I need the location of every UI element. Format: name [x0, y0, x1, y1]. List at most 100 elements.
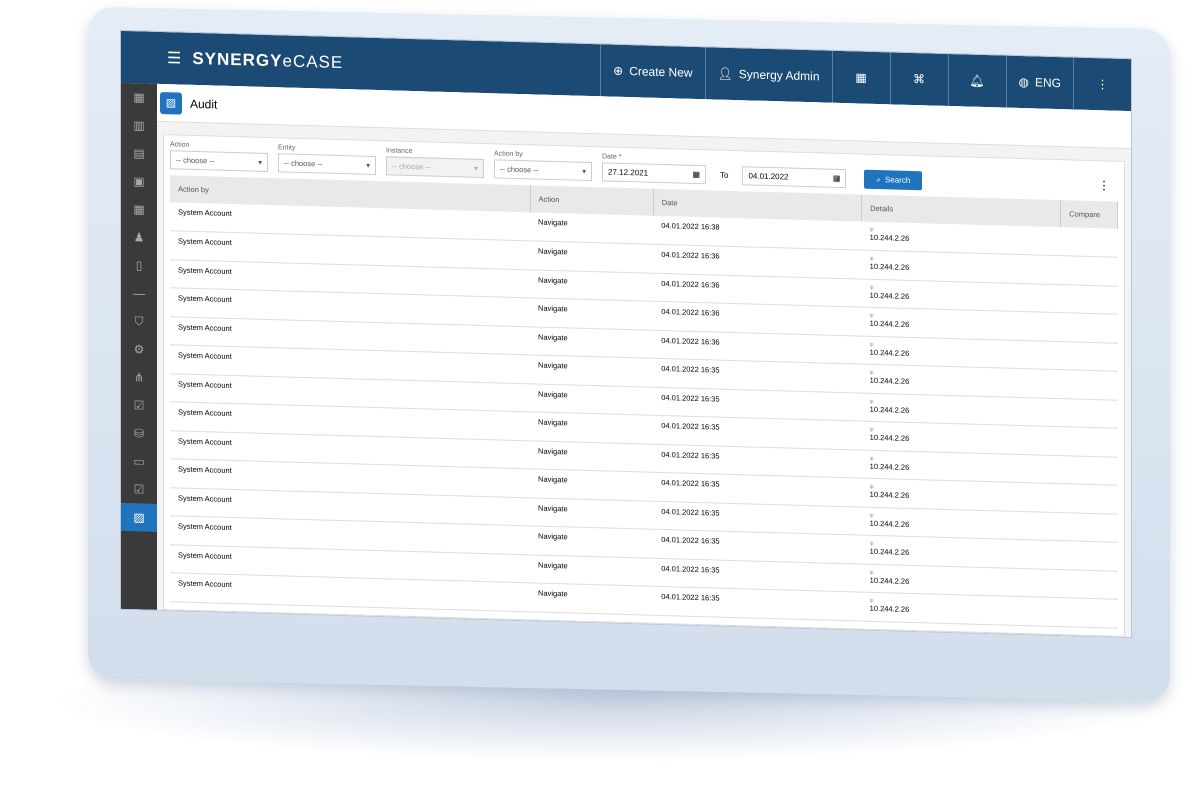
compare-cell[interactable] [1060, 569, 1118, 600]
calendar-icon: ▦ [832, 173, 841, 183]
action-cell: Navigate [530, 554, 654, 587]
notifications-button[interactable]: 🔔︎ [947, 53, 1006, 108]
action-cell: Navigate [530, 354, 654, 387]
page-title: Audit [190, 96, 218, 112]
ip-value: 10.244.2.26 [869, 261, 910, 272]
audit-icon: ▨ [160, 91, 182, 115]
date-from-input[interactable]: 27.12.2021 ▦ [602, 162, 706, 185]
compare-cell[interactable] [1060, 426, 1118, 457]
language-button[interactable]: ◍ ENG [1005, 55, 1073, 110]
network-icon: ⌘ [913, 72, 925, 87]
sidebar-briefcase-icon[interactable]: ▣ [121, 167, 157, 196]
compare-cell[interactable] [1060, 312, 1118, 343]
sidebar-shield-icon[interactable]: ⛉ [121, 307, 157, 336]
action-label: Action [170, 141, 190, 149]
compare-cell[interactable] [1060, 597, 1118, 628]
compare-cell[interactable] [1060, 455, 1118, 486]
workflow-button[interactable]: ⌘ [889, 52, 948, 106]
user-menu-button[interactable]: 👤︎ Synergy Admin [704, 47, 832, 103]
to-label: To [720, 170, 729, 180]
ip-value: 10.244.2.26 [869, 318, 910, 329]
calendar-icon: ▦ [692, 169, 700, 180]
create-new-button[interactable]: ⊕ Create New [600, 44, 705, 100]
audit-panel: Action -- choose -- ▾ Entity -- choose -- ▾ … [163, 134, 1125, 637]
compare-cell[interactable] [1060, 483, 1118, 514]
action-cell: Navigate [530, 525, 654, 558]
hamburger-menu-icon[interactable]: ☰ [167, 48, 182, 68]
calendar-button[interactable]: ▦ [831, 50, 890, 105]
sidebar-gear-icon[interactable]: ⚙ [121, 335, 157, 364]
ip-value: 10.244.2.26 [869, 461, 910, 472]
more-button[interactable]: ⋮ [1073, 57, 1131, 112]
compare-cell[interactable] [1060, 341, 1118, 372]
compare-cell[interactable] [1060, 284, 1118, 315]
sidebar-database-icon[interactable]: ⛁ [121, 419, 157, 448]
globe-icon: ◍ [1018, 74, 1029, 90]
compare-cell[interactable] [1060, 540, 1118, 571]
sidebar-task-icon[interactable]: ☑ [121, 475, 157, 504]
action-cell: Navigate [530, 411, 654, 444]
date-cell: 04.01.2022 16:35 [653, 586, 862, 621]
action-cell: Navigate [530, 383, 654, 416]
user-name: Synergy Admin [738, 67, 820, 84]
ip-value: 10.244.2.26 [869, 546, 910, 557]
bell-icon: 🔔︎ [969, 73, 985, 89]
chevron-down-icon: ▾ [582, 166, 586, 176]
compare-cell[interactable] [1060, 255, 1118, 286]
action-cell: Navigate [530, 212, 654, 245]
language-label: ENG [1034, 75, 1061, 91]
brand: ☰ SYNERGYeCASE [121, 47, 600, 80]
sidebar-hierarchy-icon[interactable]: ⋔ [121, 363, 157, 392]
column-header[interactable]: Action [530, 185, 654, 216]
compare-cell[interactable] [1060, 369, 1118, 400]
entity-select[interactable]: -- choose -- ▾ [278, 153, 376, 176]
ip-value: 10.244.2.26 [869, 432, 910, 443]
calendar-icon: ▦ [855, 70, 867, 85]
table-options-kebab-icon[interactable]: ⋮ [1098, 178, 1110, 192]
action-by-select[interactable]: -- choose -- ▾ [494, 159, 592, 182]
ip-value: 10.244.2.26 [869, 404, 910, 415]
search-icon: ⌕ [876, 174, 881, 184]
ip-value: 10.244.2.26 [869, 489, 910, 500]
plus-circle-icon: ⊕ [613, 63, 624, 78]
date-to-input[interactable]: 04.01.2022 ▦ [742, 166, 847, 189]
chevron-down-icon: ▾ [258, 157, 262, 167]
column-header[interactable]: Compare [1060, 200, 1118, 229]
action-cell: Navigate [530, 582, 654, 615]
search-button[interactable]: ⌕ Search [864, 169, 923, 191]
sidebar-table-icon[interactable]: ▦ [121, 195, 157, 224]
compare-cell[interactable] [1060, 512, 1118, 543]
action-cell: Navigate [530, 326, 654, 359]
ip-value: 10.244.2.26 [869, 347, 910, 358]
audit-table: Action by Action Date Details Compare System… [170, 175, 1118, 628]
ip-value: 10.244.2.26 [869, 232, 910, 243]
ip-value: 10.244.2.26 [869, 290, 910, 301]
action-by-label: Action by [494, 150, 523, 159]
instance-label: Instance [386, 147, 413, 156]
sidebar-person-icon[interactable]: ♟ [121, 223, 157, 252]
sidebar-monitor-icon[interactable]: ▭ [121, 447, 157, 476]
compare-cell[interactable] [1060, 227, 1118, 258]
instance-select: -- choose -- ▾ [386, 156, 484, 179]
ip-value: 10.244.2.26 [869, 603, 910, 614]
action-cell: Navigate [530, 468, 654, 501]
main-content: ▨ Audit Action -- choose -- ▾ Entity -- cho… [157, 83, 1131, 638]
chevron-down-icon: ▾ [474, 163, 478, 173]
sidebar-reports-icon[interactable]: ▥ [121, 111, 157, 140]
entity-label: Entity [278, 144, 296, 152]
sidebar-audit-icon[interactable]: ▨ [121, 502, 157, 532]
sidebar: ▦ ▥ ▤ ▣ ▦ ♟ ▯ — ⛉ ⚙ ⋔ ☑ ⛁ ▭ ☑ ▨ [121, 82, 157, 610]
create-new-label: Create New [629, 64, 693, 80]
sidebar-checklist-icon[interactable]: ☑ [121, 391, 157, 420]
details-cell: ip 10.244.2.26 [861, 592, 1061, 627]
sidebar-book-icon[interactable]: ▯ [121, 251, 157, 280]
action-cell: Navigate [530, 240, 654, 273]
action-cell: Navigate [530, 497, 654, 530]
action-select[interactable]: -- choose -- ▾ [170, 150, 268, 173]
sidebar-documents-icon[interactable]: ▤ [121, 139, 157, 168]
sidebar-divider: — [133, 286, 145, 301]
date-label: Date * [602, 153, 622, 161]
ip-value: 10.244.2.26 [869, 375, 910, 386]
compare-cell[interactable] [1060, 398, 1118, 429]
sidebar-dashboard-icon[interactable]: ▦ [121, 83, 157, 112]
